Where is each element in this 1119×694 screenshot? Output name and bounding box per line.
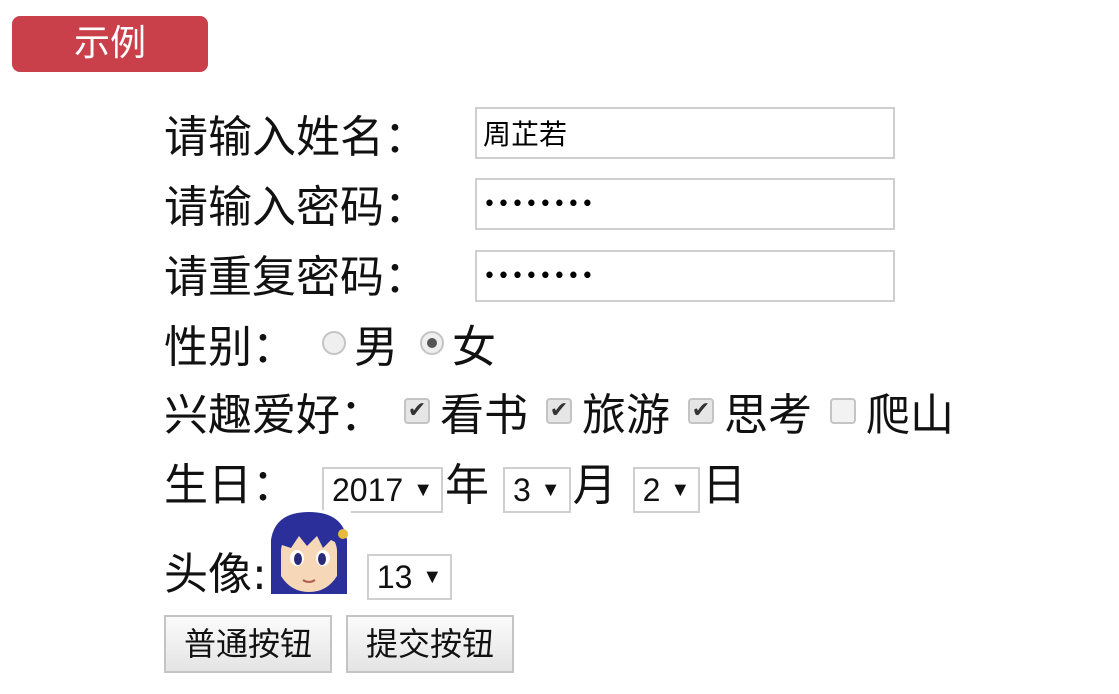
dropdown-arrow-icon: ▼ (670, 478, 691, 501)
password-input[interactable] (475, 178, 895, 230)
gender-female-radio[interactable] (420, 331, 444, 355)
hobby-travel-checkbox[interactable]: ✔ (546, 398, 572, 424)
day-unit: 日 (702, 460, 747, 511)
name-row: 请输入姓名： (164, 98, 895, 168)
dropdown-arrow-icon: ▼ (422, 565, 443, 588)
gender-row: 性别： 男 女 (164, 308, 518, 378)
hobbies-label: 兴趣爱好： (164, 390, 384, 441)
gender-male-radio[interactable] (322, 331, 346, 355)
hobby-reading-label: 看书 (440, 390, 528, 441)
year-unit: 年 (444, 460, 489, 511)
hobby-travel-label: 旅游 (582, 390, 670, 441)
avatar-row: 头像: 13 ▼ (164, 506, 454, 606)
hobby-option-thinking[interactable]: ✔ 思考 (688, 379, 812, 443)
example-badge: 示例 (12, 16, 208, 72)
password-label: 请输入密码： (164, 182, 428, 233)
password-row: 请输入密码： (164, 168, 895, 238)
avatar-select-value: 13 (376, 558, 413, 595)
hobby-hiking-checkbox[interactable] (830, 398, 856, 424)
gender-male-label: 男 (354, 322, 398, 373)
gender-female-label: 女 (452, 322, 496, 373)
birth-month-select[interactable]: 3 ▼ (502, 467, 571, 513)
buttons-row: 普通按钮 提交按钮 (164, 612, 528, 676)
submit-button[interactable]: 提交按钮 (346, 615, 515, 673)
hobby-hiking-label: 爬山 (866, 390, 954, 441)
confirm-password-input[interactable] (475, 250, 895, 302)
hobby-option-hiking[interactable]: 爬山 (830, 379, 954, 443)
dropdown-arrow-icon: ▼ (540, 478, 561, 501)
avatar-select[interactable]: 13 ▼ (366, 554, 453, 600)
birth-day-value: 2 (642, 471, 661, 508)
hobby-option-travel[interactable]: ✔ 旅游 (546, 379, 670, 443)
birth-month-value: 3 (512, 471, 531, 508)
name-label: 请输入姓名： (164, 112, 428, 163)
gender-label: 性别： (164, 322, 296, 373)
hobby-option-reading[interactable]: ✔ 看书 (404, 379, 528, 443)
hobby-thinking-label: 思考 (724, 390, 812, 441)
confirm-password-label: 请重复密码： (164, 252, 428, 303)
avatar-label: 头像: (164, 549, 267, 600)
confirm-password-row: 请重复密码： (164, 238, 895, 308)
birth-year-value: 2017 (332, 471, 404, 508)
birthday-label: 生日： (164, 460, 296, 511)
name-input[interactable] (475, 107, 895, 159)
dropdown-arrow-icon: ▼ (413, 478, 433, 501)
hobby-thinking-checkbox[interactable]: ✔ (688, 398, 714, 424)
avatar-image (266, 510, 351, 594)
normal-button[interactable]: 普通按钮 (164, 615, 333, 673)
gender-option-female[interactable]: 女 (420, 311, 496, 375)
hobbies-row: 兴趣爱好： ✔ 看书 ✔ 旅游 ✔ 思考 爬山 (164, 376, 954, 446)
month-unit: 月 (572, 460, 617, 511)
birth-day-select[interactable]: 2 ▼ (632, 467, 701, 513)
gender-option-male[interactable]: 男 (322, 311, 398, 375)
hobby-reading-checkbox[interactable]: ✔ (404, 398, 430, 424)
